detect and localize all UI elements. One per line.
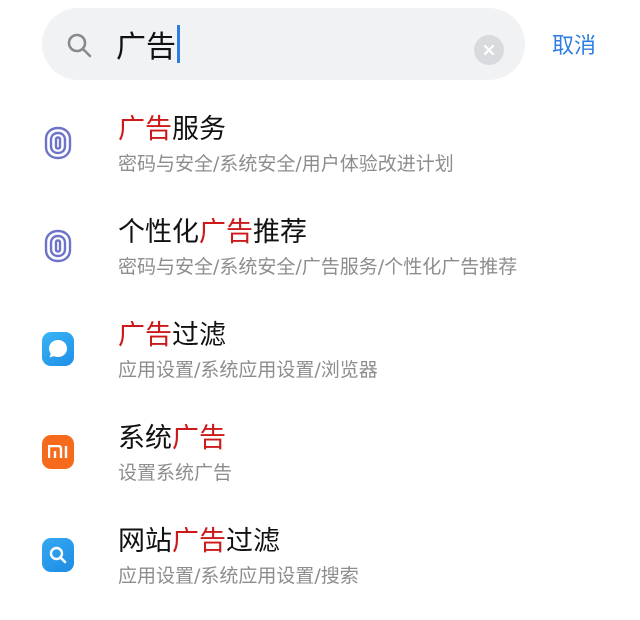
search-result-item[interactable]: 个性化广告推荐密码与安全/系统安全/广告服务/个性化广告推荐 [0, 203, 640, 306]
cancel-button[interactable]: 取消 [552, 28, 596, 60]
search-bar[interactable]: 广告 [42, 8, 525, 80]
search-app-icon [42, 538, 74, 572]
result-title-keyword: 广告 [118, 114, 172, 145]
result-path: 应用设置/系统应用设置/浏览器 [118, 359, 378, 381]
result-title-text: 服务 [172, 114, 226, 145]
search-result-item[interactable]: 网站广告过滤应用设置/系统应用设置/搜索 [0, 512, 640, 615]
result-title: 系统广告 [118, 419, 226, 459]
search-results-list: 广告服务 密码与安全/系统安全/用户体验改进计划 个性化广告推荐 密码与安全/系统安… [0, 100, 640, 615]
result-title: 广告过滤 [118, 316, 226, 356]
search-result-item[interactable]: 系统广告设置系统广告 [0, 409, 640, 512]
result-title-keyword: 广告 [118, 320, 172, 351]
result-title-text: 个性化 [118, 217, 199, 248]
result-title-text: 过滤 [172, 320, 226, 351]
browser-app-icon [42, 332, 74, 366]
magnifier-icon [49, 546, 67, 564]
result-title-keyword: 广告 [199, 217, 253, 248]
close-icon [483, 44, 495, 56]
result-title-keyword: 广告 [172, 526, 226, 557]
search-icon [67, 33, 92, 58]
fingerprint-icon [44, 126, 72, 160]
search-result-item[interactable]: 广告过滤应用设置/系统应用设置/浏览器 [0, 306, 640, 409]
result-path: 密码与安全/系统安全/广告服务/个性化广告推荐 [118, 256, 518, 278]
result-title-text: 系统 [118, 423, 172, 454]
result-title-keyword: 广告 [172, 423, 226, 454]
result-title: 广告服务 [118, 110, 226, 150]
search-query-text: 广告 [116, 30, 176, 65]
mi-letters-icon [48, 445, 68, 458]
result-title-text: 过滤 [226, 526, 280, 557]
clear-search-button[interactable] [474, 35, 504, 65]
result-title-text: 推荐 [253, 217, 307, 248]
result-title: 个性化广告推荐 [118, 213, 307, 253]
search-result-item[interactable]: 广告服务密码与安全/系统安全/用户体验改进计划 [0, 100, 640, 203]
result-path: 应用设置/系统应用设置/搜索 [118, 565, 359, 587]
result-path: 密码与安全/系统安全/用户体验改进计划 [118, 153, 454, 175]
result-title: 网站广告过滤 [118, 522, 280, 562]
mi-logo-icon [42, 435, 74, 469]
browser-bubble-icon [49, 340, 67, 358]
text-caret [177, 25, 180, 63]
search-input[interactable]: 广告 [116, 22, 456, 66]
fingerprint-icon [44, 229, 72, 263]
result-path: 设置系统广告 [118, 462, 233, 484]
result-title-text: 网站 [118, 526, 172, 557]
